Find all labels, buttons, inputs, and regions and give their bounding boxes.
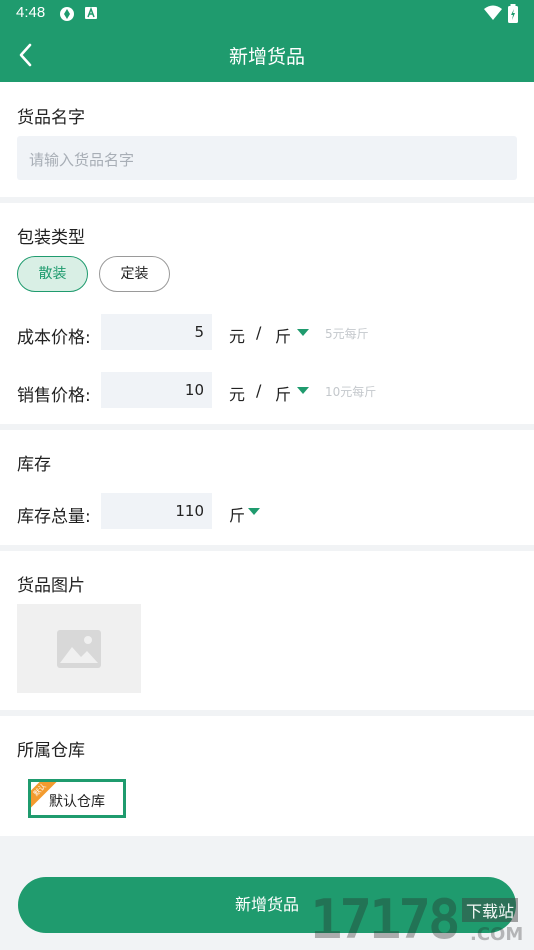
watermark-site: 下载站 [462, 898, 519, 922]
wifi-icon [484, 5, 502, 20]
stock-title: 库存 [17, 455, 51, 475]
stock-section: 库存 库存总量: 110 斤 [0, 430, 534, 545]
warehouse-title: 所属仓库 [17, 741, 85, 761]
top-app-bar: 新增货品 [0, 28, 534, 82]
status-time: 4:48 [16, 4, 46, 21]
stock-unit-dropdown-icon[interactable] [248, 508, 260, 515]
sale-slash: / [256, 381, 262, 400]
stock-total-input[interactable]: 110 [101, 493, 212, 529]
cost-price-hint: 5元每斤 [325, 327, 369, 341]
image-upload-placeholder[interactable] [17, 604, 141, 693]
cost-unit-dropdown-icon[interactable] [297, 329, 309, 336]
bulk-option-chip[interactable]: 散装 [17, 256, 88, 292]
image-section: 货品图片 [0, 551, 534, 710]
package-section: 包装类型 散装 定装 成本价格: 5 元 / 斤 5元每斤 销售价格: 10 元… [0, 203, 534, 424]
sync-icon [60, 7, 74, 21]
image-title: 货品图片 [17, 576, 85, 596]
notification-a-icon [85, 6, 97, 19]
sale-price-label: 销售价格: [17, 386, 91, 406]
fixed-package-option-chip[interactable]: 定装 [99, 256, 170, 292]
watermark-suffix: .COM [470, 924, 524, 945]
cost-slash: / [256, 323, 262, 342]
goods-name-placeholder: 请输入货品名字 [29, 151, 135, 169]
cost-currency-label: 元 [229, 327, 246, 346]
image-placeholder-icon [57, 630, 101, 668]
status-bar: 4:48 [0, 0, 534, 28]
default-warehouse-label: 默认仓库 [49, 794, 105, 810]
site-watermark: 17178 下载站 .COM [310, 888, 530, 950]
page-title: 新增货品 [228, 46, 305, 68]
sale-unit-dropdown-icon[interactable] [297, 387, 309, 394]
warehouse-section: 所属仓库 默认 默认仓库 [0, 716, 534, 836]
goods-name-title: 货品名字 [17, 108, 85, 128]
goods-name-section: 货品名字 请输入货品名字 [0, 82, 534, 197]
stock-unit-select[interactable]: 斤 [229, 502, 245, 526]
sale-unit-select[interactable]: 斤 [275, 381, 291, 405]
package-type-title: 包装类型 [17, 228, 85, 248]
sale-price-hint: 10元每斤 [325, 385, 377, 399]
sale-price-input[interactable]: 10 [101, 372, 212, 408]
watermark-digits: 17178 [310, 888, 461, 950]
sale-currency-label: 元 [229, 385, 246, 404]
cost-unit-select[interactable]: 斤 [275, 323, 291, 347]
goods-name-input[interactable]: 请输入货品名字 [17, 136, 517, 180]
battery-icon [508, 4, 518, 23]
cost-price-label: 成本价格: [17, 328, 91, 348]
stock-total-label: 库存总量: [17, 507, 91, 527]
cost-price-input[interactable]: 5 [101, 314, 212, 350]
default-warehouse-option[interactable]: 默认 默认仓库 [28, 779, 126, 818]
